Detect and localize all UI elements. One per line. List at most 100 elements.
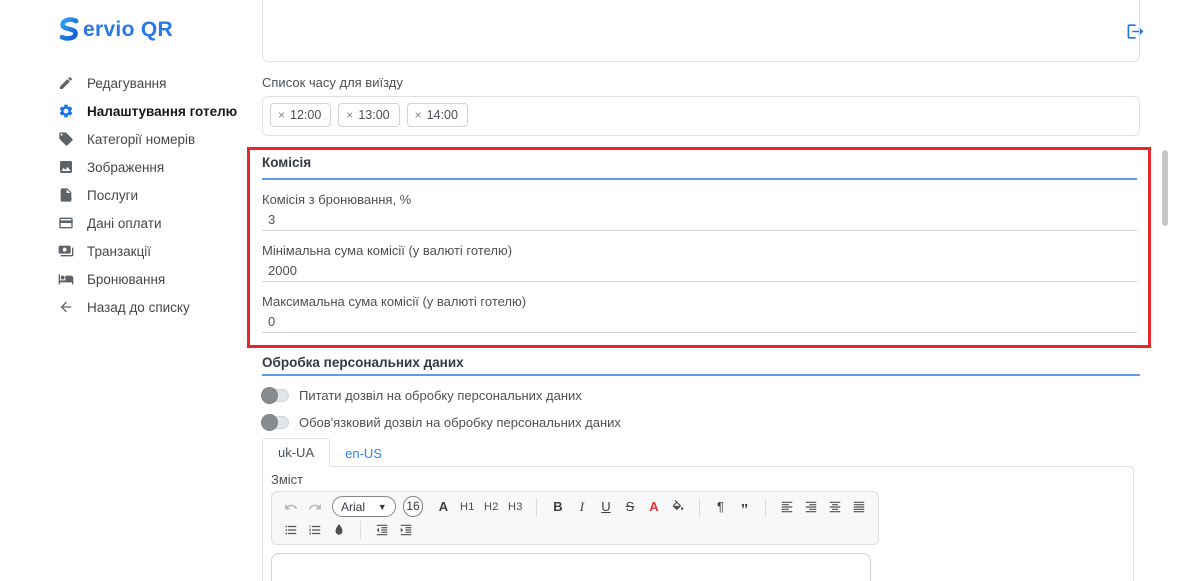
back-link-label: Назад до списку (87, 300, 190, 315)
indent-increase-icon[interactable] (396, 520, 416, 540)
italic-button[interactable]: I (572, 497, 592, 517)
align-right-icon[interactable] (801, 497, 821, 517)
blockquote-button[interactable]: ” (734, 497, 754, 517)
commission-percent-input[interactable]: 3 (262, 213, 1137, 231)
time-chip[interactable]: × 13:00 (338, 103, 399, 127)
arrow-left-icon (58, 299, 74, 315)
chip-remove-icon[interactable]: × (278, 110, 285, 120)
field-label: Мінімальна сума комісії (у валюті готелю… (262, 244, 1137, 257)
richtext-content-area[interactable] (271, 553, 871, 581)
font-size-input[interactable]: 16 (403, 496, 424, 517)
toggle-switch-off[interactable] (262, 389, 289, 402)
droplet-icon[interactable] (329, 520, 349, 540)
servio-logo[interactable]: ervio QR (55, 16, 173, 43)
checkout-times-input[interactable]: × 12:00 × 13:00 × 14:00 (262, 96, 1140, 136)
strikethrough-button[interactable]: S (620, 497, 640, 517)
toolbar-separator (536, 498, 537, 516)
sidebar-item-payment-data[interactable]: Дані оплати (58, 215, 248, 231)
services-icon (58, 187, 74, 203)
tab-uk-ua[interactable]: uk-UA (262, 438, 330, 467)
sidebar-item-label: Редагування (87, 76, 166, 91)
font-button[interactable]: A (433, 497, 453, 517)
toolbar-separator (765, 498, 766, 516)
credit-card-icon (58, 215, 74, 231)
chip-label: 12:00 (290, 108, 321, 122)
locale-tab-panel: Зміст Arial ▼ 16 A H1 H2 H3 B I U S A (262, 466, 1134, 581)
previous-field-input[interactable] (262, 0, 1140, 62)
sidebar-item-label: Зображення (87, 160, 164, 175)
commission-max-input[interactable]: 0 (262, 315, 1137, 333)
h1-button[interactable]: H1 (457, 497, 477, 517)
richtext-toolbar: Arial ▼ 16 A H1 H2 H3 B I U S A ¶ ” (271, 491, 879, 545)
main-content: Список часу для виїзду × 12:00 × 13:00 ×… (262, 0, 1140, 581)
align-center-icon[interactable] (825, 497, 845, 517)
sidebar-item-label: Бронювання (87, 272, 165, 287)
toggle-switch-off[interactable] (262, 416, 289, 429)
toggle-label: Питати дозвіл на обробку персональних да… (299, 388, 582, 403)
h3-button[interactable]: H3 (505, 497, 525, 517)
chip-label: 14:00 (427, 108, 458, 122)
sidebar-item-label: Послуги (87, 188, 138, 203)
sidebar-item-images[interactable]: Зображення (58, 159, 248, 175)
sidebar: Редагування Налаштування готелю Категорі… (58, 75, 248, 327)
toggle-label: Обов'язковий дозвіл на обробку персональ… (299, 415, 621, 430)
text-color-button[interactable]: A (644, 497, 664, 517)
commission-section-title: Комісія (262, 156, 1137, 180)
bold-button[interactable]: B (548, 497, 568, 517)
vertical-scrollbar[interactable] (1162, 150, 1168, 226)
image-icon (58, 159, 74, 175)
toggle-row-ask-permission: Питати дозвіл на обробку персональних да… (262, 388, 1140, 403)
fill-color-icon[interactable] (668, 497, 688, 517)
toolbar-row-1: Arial ▼ 16 A H1 H2 H3 B I U S A ¶ ” (281, 495, 869, 518)
field-label: Максимальна сума комісії (у валюті готел… (262, 295, 1137, 308)
time-chip[interactable]: × 14:00 (407, 103, 468, 127)
sidebar-item-label: Дані оплати (87, 216, 162, 231)
tab-en-us[interactable]: en-US (330, 440, 397, 467)
time-chip[interactable]: × 12:00 (270, 103, 331, 127)
chip-label: 13:00 (358, 108, 389, 122)
numbered-list-icon[interactable] (305, 520, 325, 540)
redo-icon[interactable] (305, 497, 325, 517)
bullet-list-icon[interactable] (281, 520, 301, 540)
back-to-list-link[interactable]: Назад до списку (58, 299, 248, 315)
toolbar-row-2 (281, 518, 869, 541)
commission-min-input[interactable]: 2000 (262, 264, 1137, 282)
font-family-select[interactable]: Arial ▼ (332, 496, 396, 517)
commission-highlight-box: Комісія Комісія з бронювання, % 3 Мініма… (247, 147, 1151, 348)
sidebar-item-hotel-settings[interactable]: Налаштування готелю (58, 103, 248, 119)
content-label: Зміст (271, 473, 1125, 486)
align-justify-icon[interactable] (849, 497, 869, 517)
undo-icon[interactable] (281, 497, 301, 517)
underline-button[interactable]: U (596, 497, 616, 517)
chip-remove-icon[interactable]: × (346, 110, 353, 120)
sidebar-item-transactions[interactable]: Транзакції (58, 243, 248, 259)
pencil-icon (58, 75, 74, 91)
gear-icon (58, 103, 74, 119)
personal-data-section-title: Обробка персональних даних (262, 356, 1140, 376)
transactions-icon (58, 243, 74, 259)
locale-tabs: uk-UA en-US (262, 438, 1140, 467)
toggle-knob (262, 415, 277, 430)
sidebar-item-bookings[interactable]: Бронювання (58, 271, 248, 287)
sidebar-item-label: Категорії номерів (87, 132, 195, 147)
tag-icon (58, 131, 74, 147)
checkout-times-label: Список часу для виїзду (262, 76, 1140, 89)
logo-text: ervio QR (83, 18, 173, 42)
font-family-value: Arial (341, 500, 365, 514)
toggle-knob (262, 388, 277, 403)
indent-decrease-icon[interactable] (372, 520, 392, 540)
chevron-down-icon: ▼ (378, 502, 387, 512)
bed-icon (58, 271, 74, 287)
sidebar-item-editing[interactable]: Редагування (58, 75, 248, 91)
sidebar-item-room-categories[interactable]: Категорії номерів (58, 131, 248, 147)
sidebar-item-label: Налаштування готелю (87, 104, 237, 119)
chip-remove-icon[interactable]: × (415, 110, 422, 120)
sidebar-item-services[interactable]: Послуги (58, 187, 248, 203)
align-left-icon[interactable] (777, 497, 797, 517)
h2-button[interactable]: H2 (481, 497, 501, 517)
field-label: Комісія з бронювання, % (262, 193, 1137, 206)
paragraph-button[interactable]: ¶ (710, 497, 730, 517)
sidebar-item-label: Транзакції (87, 244, 151, 259)
commission-field-row: Мінімальна сума комісії (у валюті готелю… (262, 244, 1137, 282)
commission-field-row: Максимальна сума комісії (у валюті готел… (262, 295, 1137, 333)
